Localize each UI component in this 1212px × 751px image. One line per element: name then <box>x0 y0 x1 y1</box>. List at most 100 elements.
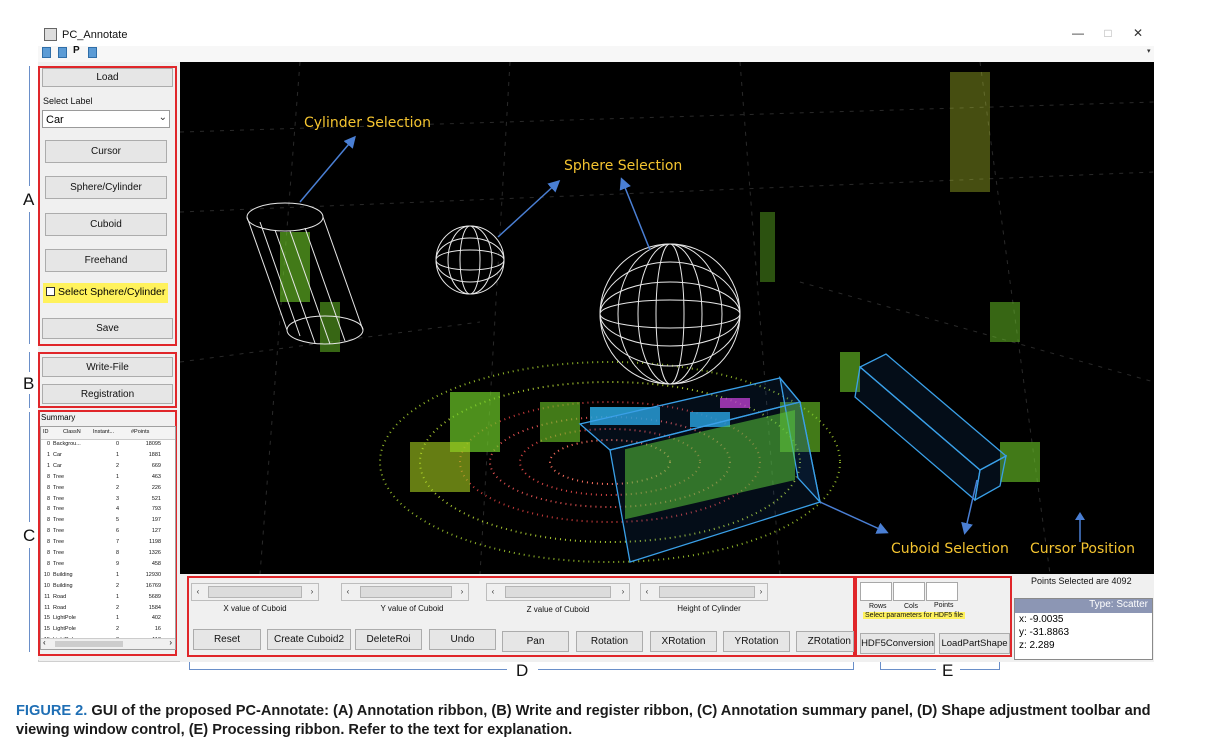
x-cuboid-slider[interactable]: ‹ › <box>191 583 319 601</box>
table-row[interactable]: 10 Building 2 16769 <box>41 582 175 593</box>
table-cell: 8 <box>46 560 50 567</box>
slider-thumb[interactable] <box>208 586 302 598</box>
save-button[interactable]: Save <box>42 318 173 339</box>
table-cell: 11 <box>44 604 50 611</box>
save-figure-icon[interactable] <box>88 47 97 58</box>
table-row[interactable]: 8 Tree 9 458 <box>41 560 175 571</box>
table-row[interactable]: 8 Tree 1 463 <box>41 473 175 484</box>
scrollbar-thumb[interactable] <box>55 641 123 647</box>
z-cuboid-slider[interactable]: ‹ › <box>486 583 630 601</box>
rotation-button[interactable]: Rotation <box>576 631 643 652</box>
maximize-button[interactable]: □ <box>1098 26 1118 40</box>
table-row[interactable]: 11 Road 1 5689 <box>41 593 175 604</box>
table-cell: 669 <box>151 462 161 469</box>
table-cell: 1881 <box>148 451 161 458</box>
hdf5-conversion-button[interactable]: HDF5Conversion <box>860 633 935 654</box>
table-row[interactable]: 15 LightPole 1 402 <box>41 614 175 625</box>
slider-right-arrow-icon[interactable]: › <box>617 585 629 599</box>
checkbox-box[interactable] <box>46 287 55 296</box>
table-row[interactable]: 10 Building 1 12930 <box>41 571 175 582</box>
new-figure-icon[interactable] <box>42 47 51 58</box>
ribbon-letter-b: B <box>23 374 35 393</box>
column-header: ID <box>43 429 49 435</box>
scroll-right-icon[interactable]: › <box>169 638 172 647</box>
cuboid-button[interactable]: Cuboid <box>45 213 167 236</box>
cursor-button[interactable]: Cursor <box>45 140 167 163</box>
figure-toolbar <box>38 46 1154 63</box>
slider-thumb[interactable] <box>360 586 452 598</box>
minimize-button[interactable]: — <box>1068 26 1088 40</box>
toolbar-overflow-icon[interactable]: ▾ <box>1147 47 1151 55</box>
table-scrollbar[interactable]: ‹ › <box>41 638 175 649</box>
table-row[interactable]: 1 Car 1 1881 <box>41 451 175 462</box>
table-cell: 16 <box>154 626 161 633</box>
rows-input[interactable] <box>860 582 892 601</box>
column-header: ClassN <box>63 429 81 435</box>
table-cell: 226 <box>151 484 161 491</box>
annotation-ribbon-highlight <box>38 66 177 346</box>
bracket-e-right <box>960 662 1000 670</box>
slider-right-arrow-icon[interactable]: › <box>306 585 318 599</box>
table-row[interactable]: 0 Backgrou... 0 18095 <box>41 440 175 451</box>
sphere-cylinder-button[interactable]: Sphere/Cylinder <box>45 176 167 199</box>
close-button[interactable]: ✕ <box>1128 26 1148 40</box>
scroll-left-icon[interactable]: ‹ <box>43 638 46 647</box>
bracket-b-top <box>29 352 30 372</box>
points-input[interactable] <box>926 582 958 601</box>
slider-left-arrow-icon[interactable]: ‹ <box>192 585 204 599</box>
print-icon[interactable]: P <box>73 45 80 56</box>
table-row[interactable]: 8 Tree 8 1326 <box>41 549 175 560</box>
table-cell: 1 <box>46 451 50 458</box>
load-part-shape-button[interactable]: LoadPartShape <box>939 633 1010 654</box>
pan-button[interactable]: Pan <box>502 631 569 652</box>
yrotation-button[interactable]: YRotation <box>723 631 790 652</box>
slider-right-arrow-icon[interactable]: › <box>456 585 468 599</box>
slider-left-arrow-icon[interactable]: ‹ <box>487 585 499 599</box>
slider-left-arrow-icon[interactable]: ‹ <box>342 585 354 599</box>
table-row[interactable]: 8 Tree 2 226 <box>41 484 175 495</box>
table-row[interactable]: 8 Tree 7 1198 <box>41 538 175 549</box>
summary-table[interactable]: ID ClassN Instant... #Points 0 Backgrou..… <box>40 426 176 650</box>
table-cell: 127 <box>151 528 161 535</box>
y-cuboid-slider[interactable]: ‹ › <box>341 583 469 601</box>
table-cell: Backgrou... <box>53 441 81 447</box>
table-cell: Car <box>53 462 62 469</box>
table-cell: 463 <box>151 473 161 480</box>
slider-right-arrow-icon[interactable]: › <box>755 585 767 599</box>
bracket-c-top <box>29 412 30 522</box>
zrotation-button[interactable]: ZRotation <box>796 631 854 652</box>
table-row[interactable]: 11 Road 2 1584 <box>41 604 175 615</box>
delete-roi-button[interactable]: DeleteRoi <box>355 629 422 650</box>
cylinder-height-slider[interactable]: ‹ › <box>640 583 768 601</box>
label-dropdown[interactable]: Car ⌄ <box>42 110 170 128</box>
load-button[interactable]: Load <box>42 68 173 87</box>
table-row[interactable]: 8 Tree 5 197 <box>41 516 175 527</box>
cols-input[interactable] <box>893 582 925 601</box>
table-row[interactable]: 8 Tree 3 521 <box>41 495 175 506</box>
write-file-button[interactable]: Write-File <box>42 357 173 377</box>
cylinder-selection-shape <box>246 202 364 345</box>
reset-button[interactable]: Reset <box>193 629 261 650</box>
undo-button[interactable]: Undo <box>429 629 496 650</box>
ribbon-letter-c: C <box>23 526 36 545</box>
slider-thumb[interactable] <box>659 586 755 598</box>
cursor-datatip: Type: Scatter x: -9.0035 y: -31.8863 z: … <box>1014 598 1153 660</box>
bracket-d-left <box>189 662 507 670</box>
slider-thumb[interactable] <box>505 586 611 598</box>
select-sphere-cylinder-checkbox[interactable]: Select Sphere/Cylinder <box>43 283 168 303</box>
table-row[interactable]: 8 Tree 4 793 <box>41 505 175 516</box>
points-selected-text: Points Selected are 4092 <box>1031 576 1132 586</box>
table-row[interactable]: 1 Car 2 669 <box>41 462 175 473</box>
create-cuboid-button[interactable]: Create Cuboid2 <box>267 629 351 650</box>
freehand-button[interactable]: Freehand <box>45 249 167 272</box>
point-cloud-viewer[interactable]: Cylinder Selection Sphere Selection Cubo… <box>179 61 1155 575</box>
xrotation-button[interactable]: XRotation <box>650 631 717 652</box>
open-file-icon[interactable] <box>58 47 67 58</box>
slider-left-arrow-icon[interactable]: ‹ <box>641 585 653 599</box>
small-sphere-selection-shape <box>435 225 505 295</box>
table-row[interactable]: 8 Tree 6 127 <box>41 527 175 538</box>
registration-button[interactable]: Registration <box>42 384 173 404</box>
table-cell: LightPole <box>53 626 76 633</box>
table-row[interactable]: 15 LightPole 2 16 <box>41 625 175 636</box>
table-cell: 6 <box>115 528 119 535</box>
